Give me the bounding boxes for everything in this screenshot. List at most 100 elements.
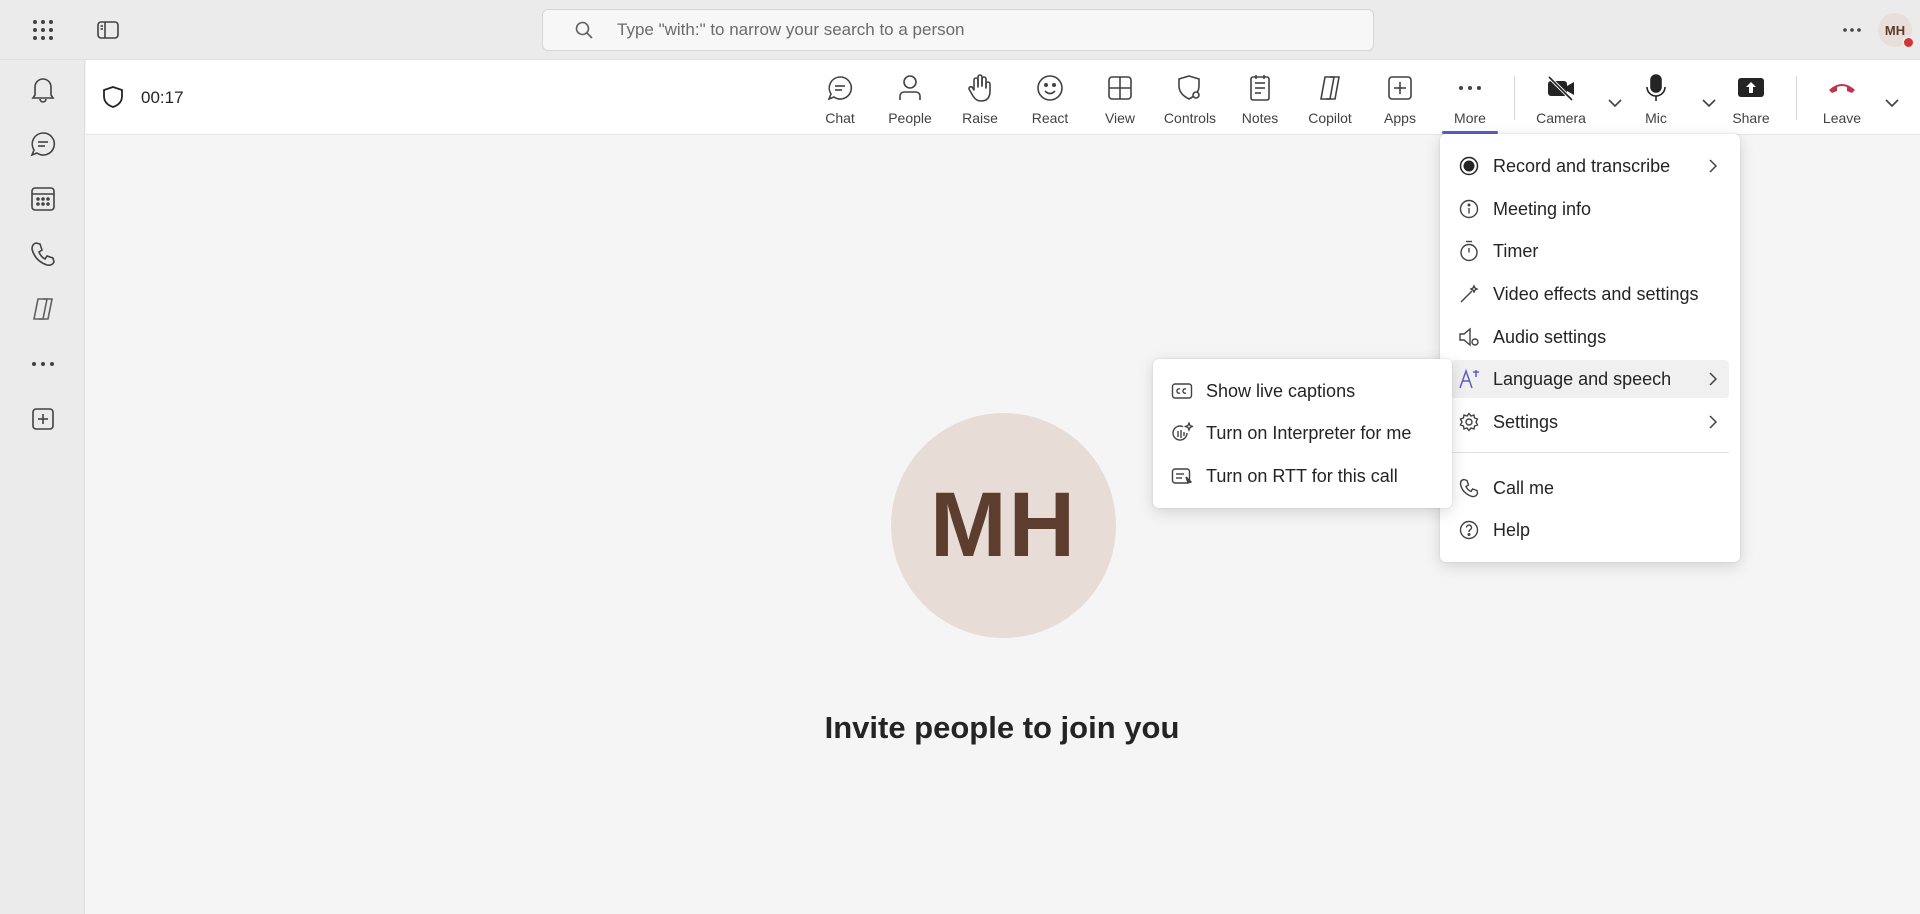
chevron-right-icon <box>1705 370 1721 388</box>
rtt-icon <box>1170 464 1194 488</box>
menu-item-interpreter[interactable]: Turn on Interpreter for me <box>1164 414 1441 452</box>
tool-label: Apps <box>1384 110 1416 126</box>
tool-react-button[interactable]: React <box>1018 72 1082 130</box>
add-apps-icon[interactable] <box>26 402 60 436</box>
tool-label: Camera <box>1536 110 1586 126</box>
menu-item-label: Language and speech <box>1493 368 1672 389</box>
tool-controls-button[interactable]: Controls <box>1158 72 1222 130</box>
language-icon <box>1457 367 1481 391</box>
shield-gear-icon <box>1174 72 1206 104</box>
menu-item-record-and-transcribe[interactable]: Record and transcribe <box>1451 147 1729 185</box>
tool-label: Share <box>1732 110 1770 126</box>
tool-label: Chat <box>825 110 855 126</box>
copilot-icon[interactable] <box>26 292 60 326</box>
gear-icon <box>1457 410 1481 434</box>
menu-item-settings[interactable]: Settings <box>1451 403 1729 441</box>
menu-item-help[interactable]: Help <box>1451 511 1729 549</box>
menu-item-label: Turn on Interpreter for me <box>1206 422 1412 443</box>
tool-raise-button[interactable]: Raise <box>948 72 1012 130</box>
user-initials: MH <box>1884 22 1906 38</box>
tool-copilot-button[interactable]: Copilot <box>1298 72 1362 130</box>
more-menu: Record and transcribe Meeting info Timer… <box>1440 134 1740 562</box>
left-rail <box>0 60 85 914</box>
more-apps-icon[interactable] <box>26 347 60 381</box>
more-options-icon[interactable] <box>1836 14 1868 46</box>
notes-icon <box>1244 72 1276 104</box>
mic-icon <box>1640 72 1672 104</box>
menu-item-call-me[interactable]: Call me <box>1451 469 1729 507</box>
menu-item-label: Call me <box>1493 477 1555 498</box>
menu-item-show-live-captions[interactable]: Show live captions <box>1164 372 1441 410</box>
tool-more-button[interactable]: More <box>1438 72 1502 134</box>
camera-off-icon <box>1545 72 1577 104</box>
info-icon <box>1457 197 1481 221</box>
shield-icon <box>102 85 124 109</box>
tool-label: Leave <box>1822 110 1862 126</box>
tool-label: React <box>1031 110 1069 126</box>
participant-avatar: MH <box>891 413 1116 638</box>
cc-icon <box>1170 379 1194 403</box>
hand-icon <box>964 72 996 104</box>
menu-item-label: Meeting info <box>1493 198 1592 219</box>
tool-share-button[interactable]: Share <box>1719 72 1783 130</box>
ellipsis-icon <box>1454 72 1486 104</box>
tool-notes-button[interactable]: Notes <box>1228 72 1292 130</box>
invite-message: Invite people to join you <box>824 710 1180 745</box>
speaker-gear-icon <box>1457 325 1481 349</box>
chevron-right-icon <box>1705 157 1721 175</box>
mic-options-chevron-icon[interactable] <box>1700 94 1718 112</box>
add-icon <box>1384 72 1416 104</box>
menu-item-label: Settings <box>1493 411 1559 432</box>
hangup-icon <box>1826 72 1858 104</box>
meeting-timer: 00:17 <box>141 88 184 107</box>
tool-people-button[interactable]: People <box>878 72 942 130</box>
share-icon <box>1735 72 1767 104</box>
menu-item-label: Record and transcribe <box>1493 155 1671 176</box>
menu-item-language-and-speech[interactable]: Language and speech <box>1451 360 1729 398</box>
camera-options-chevron-icon[interactable] <box>1606 94 1624 112</box>
search-placeholder: Type "with:" to narrow your search to a … <box>617 20 965 39</box>
menu-item-label: Help <box>1493 519 1531 540</box>
people-icon <box>894 72 926 104</box>
menu-item-meeting-info[interactable]: Meeting info <box>1451 190 1729 228</box>
copilot-icon <box>1314 72 1346 104</box>
user-avatar[interactable]: MH <box>1878 13 1915 49</box>
grid-icon <box>1104 72 1136 104</box>
menu-item-audio-settings[interactable]: Audio settings <box>1451 318 1729 356</box>
app-launcher-icon[interactable] <box>27 14 59 46</box>
menu-item-timer[interactable]: Timer <box>1451 232 1729 270</box>
tool-view-button[interactable]: View <box>1088 72 1152 130</box>
calendar-icon[interactable] <box>26 182 60 216</box>
search-box[interactable]: Type "with:" to narrow your search to a … <box>542 9 1374 51</box>
tool-chat-button[interactable]: Chat <box>808 72 872 130</box>
chat-icon[interactable] <box>26 127 60 161</box>
phone-icon[interactable] <box>26 237 60 271</box>
chat-icon <box>824 72 856 104</box>
meeting-toolbar: 00:17 Chat People Raise React View Contr… <box>86 60 1920 135</box>
menu-divider <box>1451 452 1729 453</box>
tool-camera-button[interactable]: Camera <box>1529 72 1593 130</box>
tool-mic-button[interactable]: Mic <box>1624 72 1688 130</box>
menu-item-video-effects[interactable]: Video effects and settings <box>1451 275 1729 313</box>
language-submenu: Show live captions Turn on Interpreter f… <box>1153 359 1452 508</box>
wand-icon <box>1457 282 1481 306</box>
bell-icon[interactable] <box>26 72 60 106</box>
sidebar-toggle-icon[interactable] <box>92 14 124 46</box>
stopwatch-icon <box>1457 239 1481 263</box>
tool-label: Copilot <box>1308 110 1352 126</box>
tool-label: Notes <box>1241 110 1279 126</box>
title-bar: Type "with:" to narrow your search to a … <box>0 0 1920 60</box>
toolbar-divider <box>1514 76 1515 120</box>
presence-busy-icon <box>1902 36 1915 49</box>
leave-options-chevron-icon[interactable] <box>1883 94 1901 112</box>
smiley-icon <box>1034 72 1066 104</box>
menu-item-label: Show live captions <box>1206 380 1356 401</box>
menu-item-rtt[interactable]: Turn on RTT for this call <box>1164 457 1441 495</box>
menu-item-label: Turn on RTT for this call <box>1206 465 1398 486</box>
tool-label: More <box>1454 110 1486 126</box>
menu-item-label: Audio settings <box>1493 326 1607 347</box>
participant-initials: MH <box>929 474 1078 576</box>
tool-label: Raise <box>962 110 998 126</box>
tool-leave-button[interactable]: Leave <box>1810 72 1874 130</box>
tool-apps-button[interactable]: Apps <box>1368 72 1432 130</box>
